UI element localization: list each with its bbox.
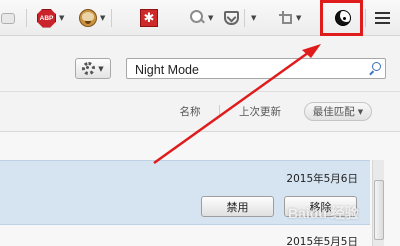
toolbar-separator [26,9,27,27]
tools-menu-button[interactable]: ▼ [75,58,111,79]
search-icon [189,10,205,26]
hamburger-menu-icon[interactable] [375,12,390,24]
sort-best-match-button[interactable]: 最佳匹配 ▼ [304,102,372,121]
watermark-text: Baidu 经验 [288,205,359,221]
adblock-plus-button[interactable]: ABP ▼ [37,8,64,28]
list-scrollbar[interactable] [372,160,384,246]
search-icon[interactable] [369,62,382,75]
adblock-plus-icon: ABP [37,8,56,28]
chat-button[interactable] [1,8,15,28]
lastpass-button[interactable]: ✱ [140,8,158,28]
chevron-down-icon[interactable]: ▼ [59,14,64,22]
toolbar-separator [365,9,366,27]
search-toolbar-button[interactable]: ▼ [189,8,213,28]
browser-toolbar: ABP ▼ ▼ ✱ ▼ ▼ ▼ [0,0,400,36]
disable-button-label: 禁用 [226,200,249,214]
pocket-button[interactable] [224,8,239,28]
pocket-icon [224,11,239,25]
addon-search-input[interactable] [126,58,386,79]
chevron-down-icon: ▼ [98,64,104,73]
addon-update-date: 2015年5月6日 [286,173,358,185]
pocket-dropdown[interactable]: ▼ [248,8,256,28]
chevron-down-icon[interactable]: ▼ [100,14,105,22]
toolbar-separator [111,9,112,27]
greasemonkey-button[interactable]: ▼ [79,8,105,28]
scrollbar-thumb[interactable] [374,180,384,240]
crop-icon [279,11,293,25]
sort-separator [219,105,220,118]
toolbar-separator [244,9,245,27]
chevron-down-icon[interactable]: ▼ [251,14,256,22]
chat-icon [1,12,15,24]
sort-updated-label: 上次更新 [239,106,281,118]
greasemonkey-icon [79,9,97,27]
sort-name-label: 名称 [179,106,201,118]
header-divider [0,91,400,92]
lastpass-icon: ✱ [140,9,158,27]
chevron-down-icon[interactable]: ▼ [296,14,301,22]
sort-best-match-label: 最佳匹配 [312,106,355,118]
disable-button[interactable]: 禁用 [201,196,274,217]
crop-button[interactable]: ▼ [279,8,301,28]
chevron-down-icon[interactable]: ▼ [208,14,213,22]
sort-by-updated-button[interactable]: 上次更新 [226,102,294,121]
sort-by-name-button[interactable]: 名称 [172,102,208,121]
arrow-head [302,44,321,58]
night-mode-icon[interactable] [335,10,351,26]
gear-icon [82,62,96,75]
chevron-down-icon: ▼ [357,107,364,116]
addon-update-date: 2015年5月5日 [286,236,358,246]
